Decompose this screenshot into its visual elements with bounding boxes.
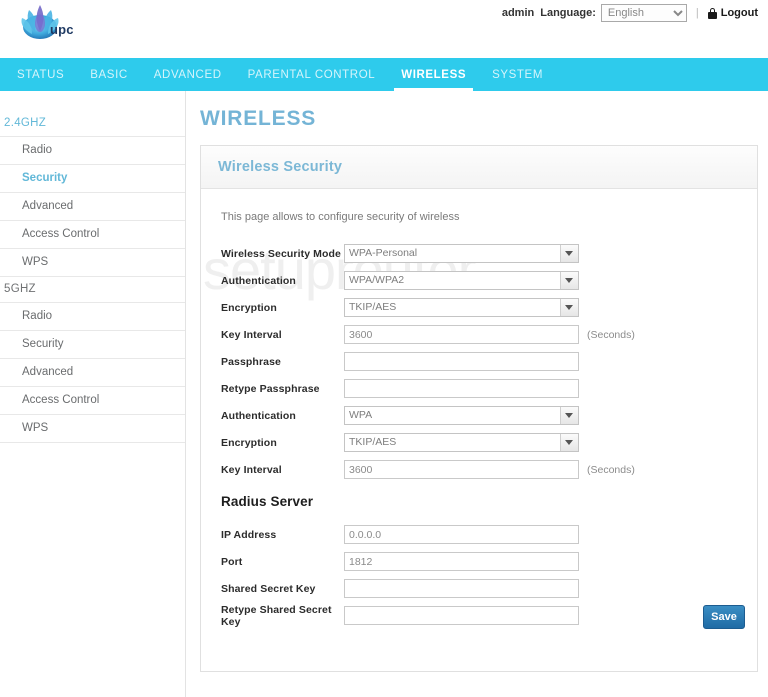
panel-intro-text: This page allows to configure security o… (221, 211, 460, 223)
select-value: WPA (349, 409, 373, 421)
brand-name: upc (50, 22, 74, 37)
nav-label: STATUS (17, 68, 65, 81)
nav-label: WIRELESS (401, 68, 467, 81)
chevron-down-icon (560, 272, 578, 289)
suffix-key-interval-2: (Seconds) (587, 463, 635, 476)
language-label: Language: (540, 7, 596, 19)
row-ip-address: IP Address (218, 521, 740, 548)
label-passphrase: Passphrase (221, 355, 281, 368)
language-select[interactable]: English (600, 4, 687, 22)
nav-label: ADVANCED (153, 68, 222, 81)
select-value: TKIP/AES (349, 436, 397, 448)
select-wireless-security-mode[interactable]: WPA-Personal (344, 244, 579, 263)
lock-icon (707, 7, 717, 19)
label-ip-address: IP Address (221, 528, 277, 541)
row-encryption-1: Encryption TKIP/AES (218, 294, 740, 321)
input-key-interval-2[interactable] (344, 460, 579, 479)
brand-logo[interactable]: upc (10, 0, 100, 56)
label-encryption-2: Encryption (221, 436, 277, 449)
row-authentication-2: Authentication WPA (218, 402, 740, 429)
label-shared-secret-key: Shared Secret Key (221, 582, 316, 595)
radius-server-heading: Radius Server (221, 494, 314, 509)
row-shared-secret-key: Shared Secret Key (218, 575, 740, 602)
input-ip-address[interactable] (344, 525, 579, 544)
nav-label: SYSTEM (492, 68, 544, 81)
nav-label: BASIC (90, 68, 128, 81)
top-right-controls: admin Language: English | Logout (502, 3, 758, 23)
nav-item-parental-control[interactable]: PARENTAL CONTROL (235, 58, 389, 91)
row-retype-passphrase: Retype Passphrase (218, 375, 740, 402)
label-authentication-2: Authentication (221, 409, 296, 422)
page-body: 2.4GHZ Radio Security Advanced Access Co… (0, 91, 768, 697)
select-encryption-2[interactable]: TKIP/AES (344, 433, 579, 452)
row-passphrase: Passphrase (218, 348, 740, 375)
select-value: WPA/WPA2 (349, 274, 405, 286)
sidebar-item-5-radio[interactable]: Radio (0, 303, 185, 331)
sidebar-item-24-security[interactable]: Security (0, 165, 185, 193)
select-value: TKIP/AES (349, 301, 397, 313)
sidebar: 2.4GHZ Radio Security Advanced Access Co… (0, 91, 186, 697)
top-separator: | (695, 7, 699, 19)
label-retype-shared-secret-key: Retype Shared Secret Key (221, 603, 332, 628)
sidebar-group-5ghz: 5GHZ (0, 277, 185, 303)
label-authentication-1: Authentication (221, 274, 296, 287)
sidebar-item-24-radio[interactable]: Radio (0, 137, 185, 165)
security-form: Wireless Security Mode WPA-Personal Auth… (218, 240, 740, 629)
row-key-interval-1: Key Interval (Seconds) (218, 321, 740, 348)
router-admin-page: upc admin Language: English | Logout STA… (0, 0, 768, 697)
nav-item-wireless[interactable]: WIRELESS (388, 58, 479, 91)
input-key-interval-1[interactable] (344, 325, 579, 344)
sidebar-item-24-access-control[interactable]: Access Control (0, 221, 185, 249)
row-authentication-1: Authentication WPA/WPA2 (218, 267, 740, 294)
nav-label: PARENTAL CONTROL (247, 68, 376, 81)
main-navigation: STATUS BASIC ADVANCED PARENTAL CONTROL W… (0, 58, 768, 91)
logout-button[interactable]: Logout (721, 7, 758, 19)
current-user-label: admin (501, 7, 535, 19)
panel-body: setuprouter This page allows to configur… (201, 189, 757, 639)
select-encryption-1[interactable]: TKIP/AES (344, 298, 579, 317)
page-title: WIRELESS (200, 107, 317, 130)
label-wireless-security-mode: Wireless Security Mode (221, 247, 341, 260)
nav-item-advanced[interactable]: ADVANCED (141, 58, 235, 91)
sidebar-group-24ghz: 2.4GHZ (0, 111, 185, 137)
suffix-key-interval-1: (Seconds) (587, 328, 635, 341)
sidebar-item-24-advanced[interactable]: Advanced (0, 193, 185, 221)
label-key-interval-1: Key Interval (221, 328, 282, 341)
chevron-down-icon (560, 407, 578, 424)
select-value: WPA-Personal (349, 247, 418, 259)
input-port[interactable] (344, 552, 579, 571)
top-bar: upc admin Language: English | Logout (0, 0, 768, 58)
chevron-down-icon (560, 245, 578, 262)
row-encryption-2: Encryption TKIP/AES (218, 429, 740, 456)
chevron-down-icon (560, 434, 578, 451)
label-key-interval-2: Key Interval (221, 463, 282, 476)
select-authentication-1[interactable]: WPA/WPA2 (344, 271, 579, 290)
panel-title: Wireless Security (201, 146, 757, 189)
input-shared-secret-key[interactable] (344, 579, 579, 598)
sidebar-item-5-security[interactable]: Security (0, 331, 185, 359)
wireless-security-panel: Wireless Security setuprouter This page … (200, 145, 758, 672)
sidebar-item-5-advanced[interactable]: Advanced (0, 359, 185, 387)
sidebar-item-5-access-control[interactable]: Access Control (0, 387, 185, 415)
sidebar-item-5-wps[interactable]: WPS (0, 415, 185, 443)
label-encryption-1: Encryption (221, 301, 277, 314)
input-retype-shared-secret-key[interactable] (344, 606, 579, 625)
main-content: WIRELESS Wireless Security setuprouter T… (186, 91, 768, 697)
input-passphrase[interactable] (344, 352, 579, 371)
label-retype-passphrase: Retype Passphrase (221, 382, 320, 395)
chevron-down-icon (560, 299, 578, 316)
nav-item-status[interactable]: STATUS (4, 58, 77, 91)
label-port: Port (221, 555, 243, 568)
sidebar-item-24-wps[interactable]: WPS (0, 249, 185, 277)
nav-item-basic[interactable]: BASIC (77, 58, 141, 91)
row-wireless-security-mode: Wireless Security Mode WPA-Personal (218, 240, 740, 267)
row-key-interval-2: Key Interval (Seconds) (218, 456, 740, 483)
input-retype-passphrase[interactable] (344, 379, 579, 398)
row-retype-shared-secret-key: Retype Shared Secret Key (218, 602, 740, 629)
select-authentication-2[interactable]: WPA (344, 406, 579, 425)
nav-item-system[interactable]: SYSTEM (479, 58, 556, 91)
row-port: Port (218, 548, 740, 575)
